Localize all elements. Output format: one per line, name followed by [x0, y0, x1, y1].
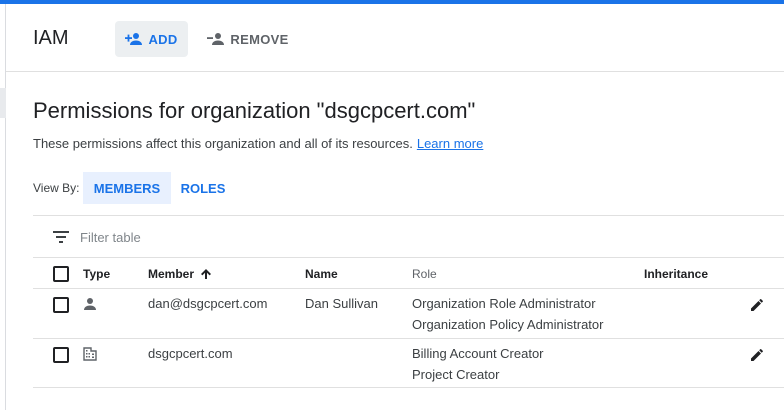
column-header-member-label: Member [148, 267, 195, 281]
page-description-text: These permissions affect this organizati… [33, 136, 413, 151]
role-cell: Organization Role Administrator [412, 296, 596, 311]
tab-members[interactable]: MEMBERS [83, 172, 171, 204]
page-description: These permissions affect this organizati… [33, 136, 483, 151]
tab-roles[interactable]: ROLES [172, 172, 234, 204]
member-cell: dsgcpcert.com [148, 346, 233, 361]
iam-title: IAM [33, 27, 69, 49]
row-checkbox[interactable] [53, 297, 69, 313]
column-header-name[interactable]: Name [305, 267, 338, 281]
table-header-row: Type Member Name Role Inheritance [33, 257, 784, 288]
remove-person-icon [207, 32, 225, 46]
column-header-role[interactable]: Role [412, 267, 437, 281]
column-header-member[interactable]: Member [148, 267, 212, 283]
add-person-icon [125, 32, 143, 46]
table-row: dsgcpcert.com Billing Account Creator Pr… [33, 338, 784, 388]
remove-member-button[interactable]: REMOVE [206, 21, 290, 57]
add-member-label: ADD [148, 31, 178, 47]
person-icon [83, 297, 97, 316]
domain-icon [83, 347, 97, 366]
role-cell: Project Creator [412, 367, 500, 382]
filter-row [33, 216, 784, 257]
role-cell: Organization Policy Administrator [412, 317, 604, 332]
sort-ascending-arrow-icon [200, 268, 212, 283]
select-all-checkbox[interactable] [53, 266, 69, 282]
filter-table-input[interactable] [80, 227, 380, 247]
iam-header: IAM ADD REMOVE [6, 4, 784, 72]
row-checkbox[interactable] [53, 347, 69, 363]
role-cell: Billing Account Creator [412, 346, 544, 361]
column-header-type[interactable]: Type [83, 267, 110, 281]
member-cell: dan@dsgcpcert.com [148, 296, 268, 311]
column-header-inheritance[interactable]: Inheritance [644, 267, 708, 281]
page-title: Permissions for organization "dsgcpcert.… [33, 98, 476, 123]
edit-pencil-icon[interactable] [749, 347, 765, 368]
view-by-label: View By: [33, 181, 80, 195]
table-row: dan@dsgcpcert.com Dan Sullivan Organizat… [33, 288, 784, 338]
learn-more-link[interactable]: Learn more [417, 136, 483, 151]
remove-member-label: REMOVE [230, 31, 289, 47]
filter-icon[interactable] [53, 230, 69, 248]
left-nav-rail-selected-marker [0, 88, 6, 118]
add-member-button[interactable]: ADD [115, 21, 188, 57]
edit-pencil-icon[interactable] [749, 297, 765, 318]
name-cell: Dan Sullivan [305, 296, 378, 311]
